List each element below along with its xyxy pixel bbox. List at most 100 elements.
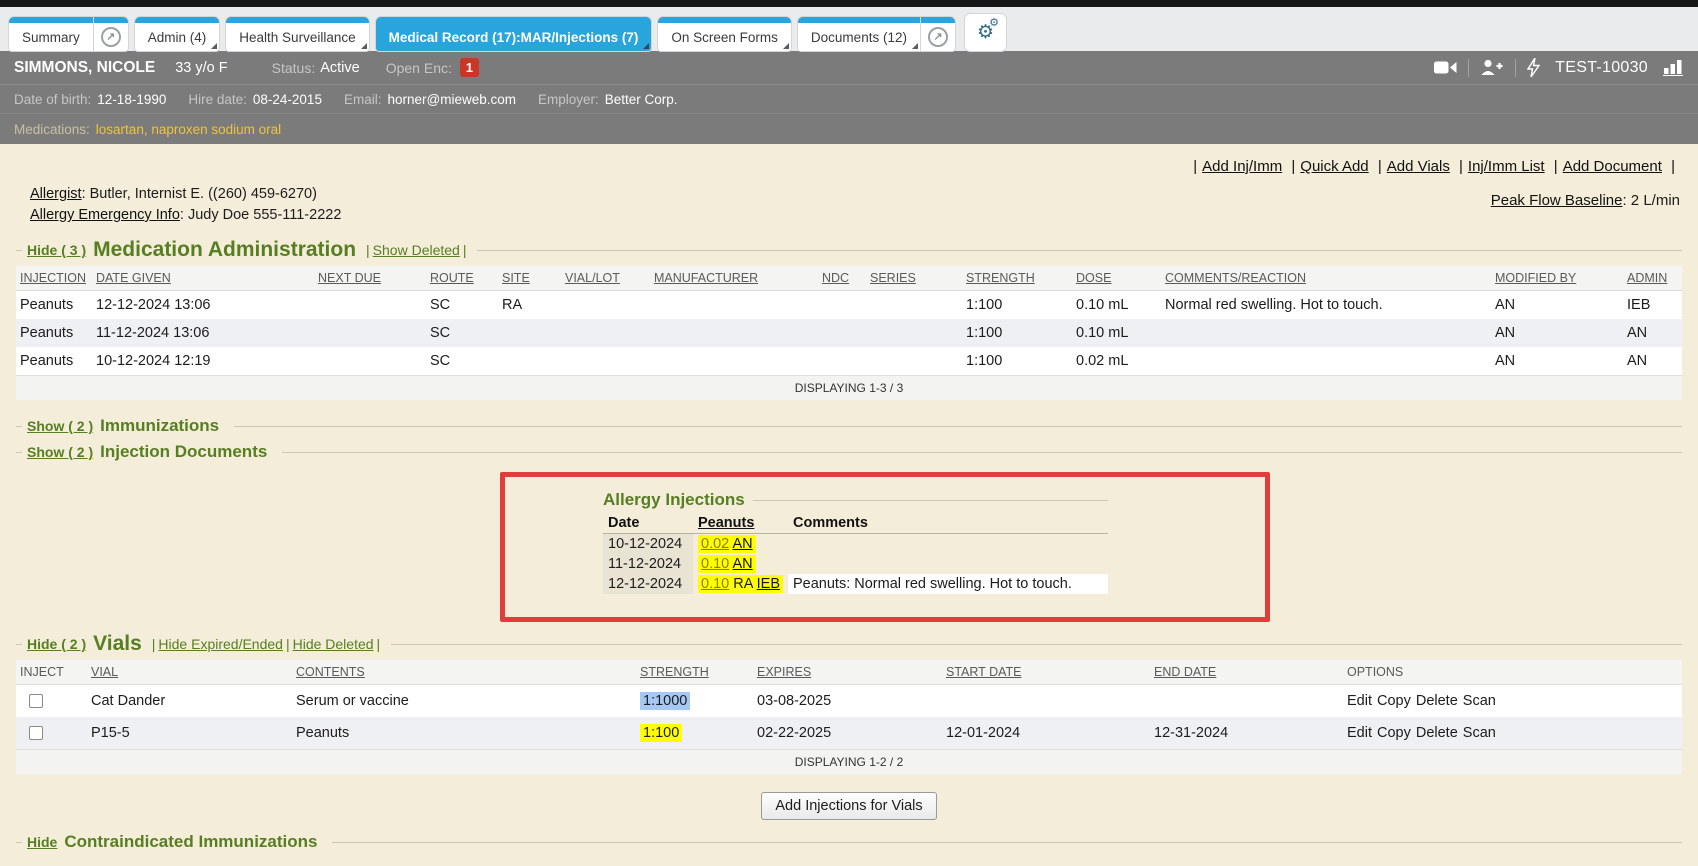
tab-summary-popout-button[interactable]: ↗ [93, 17, 128, 51]
cell-ndc [818, 319, 866, 347]
col-series[interactable]: SERIES [866, 266, 962, 291]
add-document-link[interactable]: Add Document [1563, 158, 1662, 175]
tab-admin[interactable]: Admin (4) [135, 17, 220, 51]
col-comments-reaction[interactable]: COMMENTS/REACTION [1161, 266, 1491, 291]
col-strength[interactable]: STRENGTH [962, 266, 1072, 291]
cell-series [866, 291, 962, 320]
col-ndc[interactable]: NDC [818, 266, 866, 291]
lightning-icon[interactable] [1527, 58, 1540, 77]
cell-comments: Peanuts: Normal red swelling. Hot to tou… [788, 574, 1108, 594]
vials-hide-toggle[interactable]: Hide ( 2 ) [27, 636, 86, 652]
cell-manufacturer [650, 347, 818, 376]
col-site[interactable]: SITE [498, 266, 561, 291]
open-encounter-badge[interactable]: 1 [460, 58, 479, 77]
tab-on-screen-forms[interactable]: On Screen Forms [658, 17, 791, 51]
settings-button[interactable]: ⚙ ⚙ [965, 14, 1006, 51]
allergy-emergency-info-link[interactable]: Allergy Emergency Info [30, 207, 180, 223]
cell-comments [1161, 319, 1491, 347]
col-strength[interactable]: STRENGTH [636, 660, 753, 685]
col-date-given[interactable]: DATE GIVEN [92, 266, 314, 291]
delete-link[interactable]: Delete [1416, 725, 1458, 741]
col-modified-by[interactable]: MODIFIED BY [1491, 266, 1623, 291]
cell-next-due [314, 319, 426, 347]
cell-modified-by: AN [1491, 291, 1623, 320]
col-end-date[interactable]: END DATE [1150, 660, 1343, 685]
scan-link[interactable]: Scan [1463, 725, 1496, 741]
col-contents[interactable]: CONTENTS [292, 660, 636, 685]
allergist-info: Allergist: Butler, Internist E. ((260) 4… [30, 184, 341, 226]
peak-flow-baseline: Peak Flow Baseline: 2 L/min [1491, 192, 1680, 226]
dose-link[interactable]: 0.02 [701, 536, 729, 552]
tab-summary[interactable]: Summary [9, 17, 93, 51]
scan-link[interactable]: Scan [1463, 693, 1496, 709]
col-vial-lot[interactable]: VIAL/LOT [561, 266, 650, 291]
bar-chart-icon[interactable] [1663, 59, 1684, 76]
patient-toolbar: TEST-10030 [1434, 58, 1684, 77]
edit-link[interactable]: Edit [1347, 693, 1372, 709]
tab-medical-record[interactable]: Medical Record (17):MAR/Injections (7) [376, 17, 652, 51]
col-dose[interactable]: DOSE [1072, 266, 1161, 291]
injection-documents-show-toggle[interactable]: Show ( 2 ) [27, 444, 93, 460]
allergist-link[interactable]: Allergist [30, 186, 82, 202]
gear-small-icon: ⚙ [989, 18, 999, 29]
col-manufacturer[interactable]: MANUFACTURER [650, 266, 818, 291]
quick-add-link[interactable]: Quick Add [1300, 158, 1368, 175]
delete-link[interactable]: Delete [1416, 693, 1458, 709]
copy-link[interactable]: Copy [1377, 725, 1411, 741]
hire-date-value: 08-24-2015 [253, 92, 322, 107]
inject-checkbox[interactable] [29, 726, 43, 740]
popout-icon: ↗ [928, 27, 948, 47]
person-add-icon[interactable] [1480, 59, 1504, 76]
admin-initials-link[interactable]: IEB [757, 576, 780, 592]
dose-link[interactable]: 0.10 [701, 576, 729, 592]
cell-date-given: 10-12-2024 12:19 [92, 347, 314, 376]
col-route[interactable]: ROUTE [426, 266, 498, 291]
hide-deleted-link[interactable]: Hide Deleted [293, 636, 374, 652]
col-injection[interactable]: INJECTION [16, 266, 92, 291]
col-expires[interactable]: EXPIRES [753, 660, 942, 685]
video-camera-icon[interactable] [1434, 60, 1457, 75]
section-vials: Hide ( 2 ) Vials | Hide Expired/Ended | … [16, 632, 1682, 656]
cell-inject [16, 717, 87, 750]
col-start-date[interactable]: START DATE [942, 660, 1150, 685]
cell-modified-by: AN [1491, 347, 1623, 376]
mar-hide-toggle[interactable]: Hide ( 3 ) [27, 242, 86, 258]
cell-next-due [314, 347, 426, 376]
cell-start-date: 12-01-2024 [942, 717, 1150, 750]
peanuts-column-link[interactable]: Peanuts [698, 515, 754, 531]
col-vial[interactable]: VIAL [87, 660, 292, 685]
tab-medical-record-label: Medical Record (17):MAR/Injections (7) [389, 30, 639, 45]
immunizations-show-toggle[interactable]: Show ( 2 ) [27, 418, 93, 434]
dose-link[interactable]: 0.10 [701, 556, 729, 572]
vials-section-title: Vials [93, 632, 142, 656]
contraindicated-hide-toggle[interactable]: Hide [27, 834, 57, 850]
pipe: | [152, 636, 156, 652]
cell-injection: Peanuts [16, 291, 92, 320]
medication-link-losartan[interactable]: losartan [96, 122, 144, 137]
inject-checkbox[interactable] [29, 694, 43, 708]
col-next-due[interactable]: NEXT DUE [314, 266, 426, 291]
cell-vial-lot [561, 347, 650, 376]
admin-initials-link[interactable]: AN [732, 536, 752, 552]
copy-link[interactable]: Copy [1377, 693, 1411, 709]
medication-link-naproxen[interactable]: naproxen sodium oral [151, 122, 281, 137]
add-inj-imm-link[interactable]: Add Inj/Imm [1202, 158, 1282, 175]
peak-flow-baseline-link[interactable]: Peak Flow Baseline [1491, 192, 1623, 209]
pipe: | [1193, 158, 1197, 175]
cell-route: SC [426, 319, 498, 347]
tab-documents-popout-button[interactable]: ↗ [920, 17, 955, 51]
show-deleted-link[interactable]: Show Deleted [373, 242, 460, 258]
tab-health-surveillance[interactable]: Health Surveillance [226, 17, 368, 51]
cell-admin: AN [1623, 319, 1682, 347]
add-injections-for-vials-button[interactable]: Add Injections for Vials [761, 792, 936, 820]
cell-dose: 0.10 RA IEB [693, 574, 788, 594]
section-injection-documents: Show ( 2 ) Injection Documents [16, 442, 1682, 462]
inj-imm-list-link[interactable]: Inj/Imm List [1468, 158, 1545, 175]
add-vials-link[interactable]: Add Vials [1387, 158, 1450, 175]
edit-link[interactable]: Edit [1347, 725, 1372, 741]
tab-documents[interactable]: Documents (12) [798, 17, 920, 51]
col-admin[interactable]: ADMIN [1623, 266, 1682, 291]
cell-start-date [942, 685, 1150, 718]
admin-initials-link[interactable]: AN [732, 556, 752, 572]
hide-expired-ended-link[interactable]: Hide Expired/Ended [158, 636, 283, 652]
